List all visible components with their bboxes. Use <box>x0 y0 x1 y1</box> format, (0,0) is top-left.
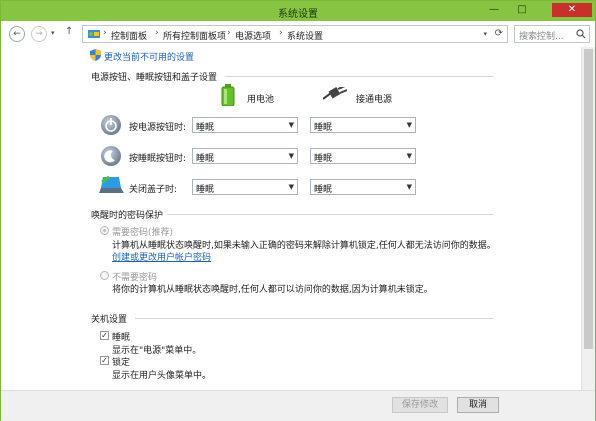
breadcrumb-item[interactable]: 控制面板 <box>111 29 147 42</box>
maximize-button[interactable]: □ <box>511 3 533 17</box>
up-button[interactable]: ↑ <box>65 26 73 37</box>
divider <box>167 214 493 215</box>
breadcrumb-item[interactable]: 系统设置 <box>287 29 323 42</box>
lock-checkbox[interactable]: ✓ <box>100 356 109 365</box>
save-button[interactable]: 保存修改 <box>392 397 448 413</box>
footer-bar: 保存修改 取消 <box>1 390 595 421</box>
select-value: 睡眠 <box>196 123 215 133</box>
plug-icon <box>323 87 347 100</box>
breadcrumb-sep: › <box>279 28 283 38</box>
battery-icon <box>221 84 235 106</box>
shield-icon <box>90 49 101 61</box>
sleep-option-label: 睡眠 <box>112 333 131 343</box>
close-lid-battery-select[interactable]: 睡眠 ▼ <box>192 179 298 195</box>
no-password-radio[interactable] <box>100 271 109 280</box>
change-unavailable-settings-link[interactable]: 更改当前不可用的设置 <box>104 50 194 63</box>
chevron-down-icon: ▼ <box>406 183 412 191</box>
search-input[interactable]: 搜索控制... <box>514 25 590 43</box>
address-dropdown-icon[interactable]: ▾ <box>483 30 487 38</box>
lock-option-label: 锁定 <box>112 358 131 368</box>
search-placeholder: 搜索控制... <box>519 32 564 42</box>
sleep-button-battery-select[interactable]: 睡眠 ▼ <box>192 148 298 164</box>
select-value: 睡眠 <box>314 154 333 164</box>
main-content: 更改当前不可用的设置 电源按钮、睡眠按钮和盖子设置 用电池 接通电源 按电源按钮… <box>1 47 581 390</box>
minimize-button[interactable]: — <box>483 3 505 17</box>
refresh-button[interactable]: ⟳ <box>495 28 503 39</box>
sleep-button-icon <box>101 146 121 166</box>
power-button-icon <box>101 115 121 135</box>
chevron-down-icon: ▼ <box>406 121 412 129</box>
select-value: 睡眠 <box>314 185 333 195</box>
forward-button[interactable]: → <box>31 26 47 42</box>
battery-column-header: 用电池 <box>247 95 275 105</box>
breadcrumb[interactable]: › 控制面板 › 所有控制面板项 › 电源选项 › 系统设置 ▾ ⟳ <box>82 25 508 43</box>
require-password-radio[interactable] <box>100 226 109 235</box>
require-password-label: 需要密码(推荐) <box>112 228 174 238</box>
power-button-battery-select[interactable]: 睡眠 ▼ <box>192 117 298 133</box>
create-password-link[interactable]: 创建或更改用户帐户密码 <box>112 250 211 263</box>
select-value: 睡眠 <box>196 185 215 195</box>
select-value: 睡眠 <box>196 154 215 164</box>
power-section-title: 电源按钮、睡眠按钮和盖子设置 <box>91 73 218 83</box>
chevron-down-icon: ▼ <box>288 121 294 129</box>
sleep-button-plugged-select[interactable]: 睡眠 ▼ <box>310 148 416 164</box>
close-lid-label: 关闭盖子时: <box>129 185 178 195</box>
chevron-down-icon: ▼ <box>288 183 294 191</box>
laptop-lid-icon <box>99 175 124 193</box>
cancel-button[interactable]: 取消 <box>457 397 499 413</box>
chevron-down-icon: ▼ <box>406 152 412 160</box>
settings-window: 系统设置 — □ ✕ ← → ▾ ↑ › 控制面板 › 所有控制面板项 › 电源… <box>0 0 596 421</box>
divider <box>225 76 493 77</box>
breadcrumb-sep: › <box>227 28 231 38</box>
password-section-title: 唤醒时的密码保护 <box>91 211 164 221</box>
recent-dropdown-icon[interactable]: ▾ <box>51 29 55 37</box>
close-button[interactable]: ✕ <box>552 3 592 17</box>
plugged-in-column-header: 接通电源 <box>356 95 393 105</box>
title-bar: 系统设置 — □ ✕ <box>1 1 595 21</box>
close-lid-plugged-select[interactable]: 睡眠 ▼ <box>310 179 416 195</box>
sleep-button-label: 按睡眠按钮时: <box>129 154 187 164</box>
address-bar: ← → ▾ ↑ › 控制面板 › 所有控制面板项 › 电源选项 › 系统设置 ▾… <box>1 21 595 47</box>
power-button-plugged-select[interactable]: 睡眠 ▼ <box>310 117 416 133</box>
control-panel-icon <box>88 30 100 38</box>
lock-option-desc: 显示在用户头像菜单中。 <box>112 371 212 381</box>
select-value: 睡眠 <box>314 123 333 133</box>
divider <box>135 318 493 319</box>
power-button-label: 按电源按钮时: <box>129 123 187 133</box>
breadcrumb-item[interactable]: 所有控制面板项 <box>163 29 226 42</box>
chevron-down-icon: ▼ <box>288 152 294 160</box>
vertical-scrollbar[interactable] <box>581 47 595 390</box>
window-title: 系统设置 <box>278 9 318 20</box>
search-icon <box>576 29 586 39</box>
back-button[interactable]: ← <box>9 26 25 42</box>
sleep-checkbox[interactable]: ✓ <box>100 331 109 340</box>
scrollbar-thumb[interactable] <box>584 49 593 349</box>
shutdown-section-title: 关机设置 <box>91 315 128 325</box>
breadcrumb-sep: › <box>103 28 107 38</box>
no-password-desc: 将你的计算机从睡眠状态唤醒时,任何人都可以访问你的数据,因为计算机未锁定。 <box>112 285 433 295</box>
breadcrumb-item[interactable]: 电源选项 <box>235 29 271 42</box>
breadcrumb-sep: › <box>155 28 159 38</box>
